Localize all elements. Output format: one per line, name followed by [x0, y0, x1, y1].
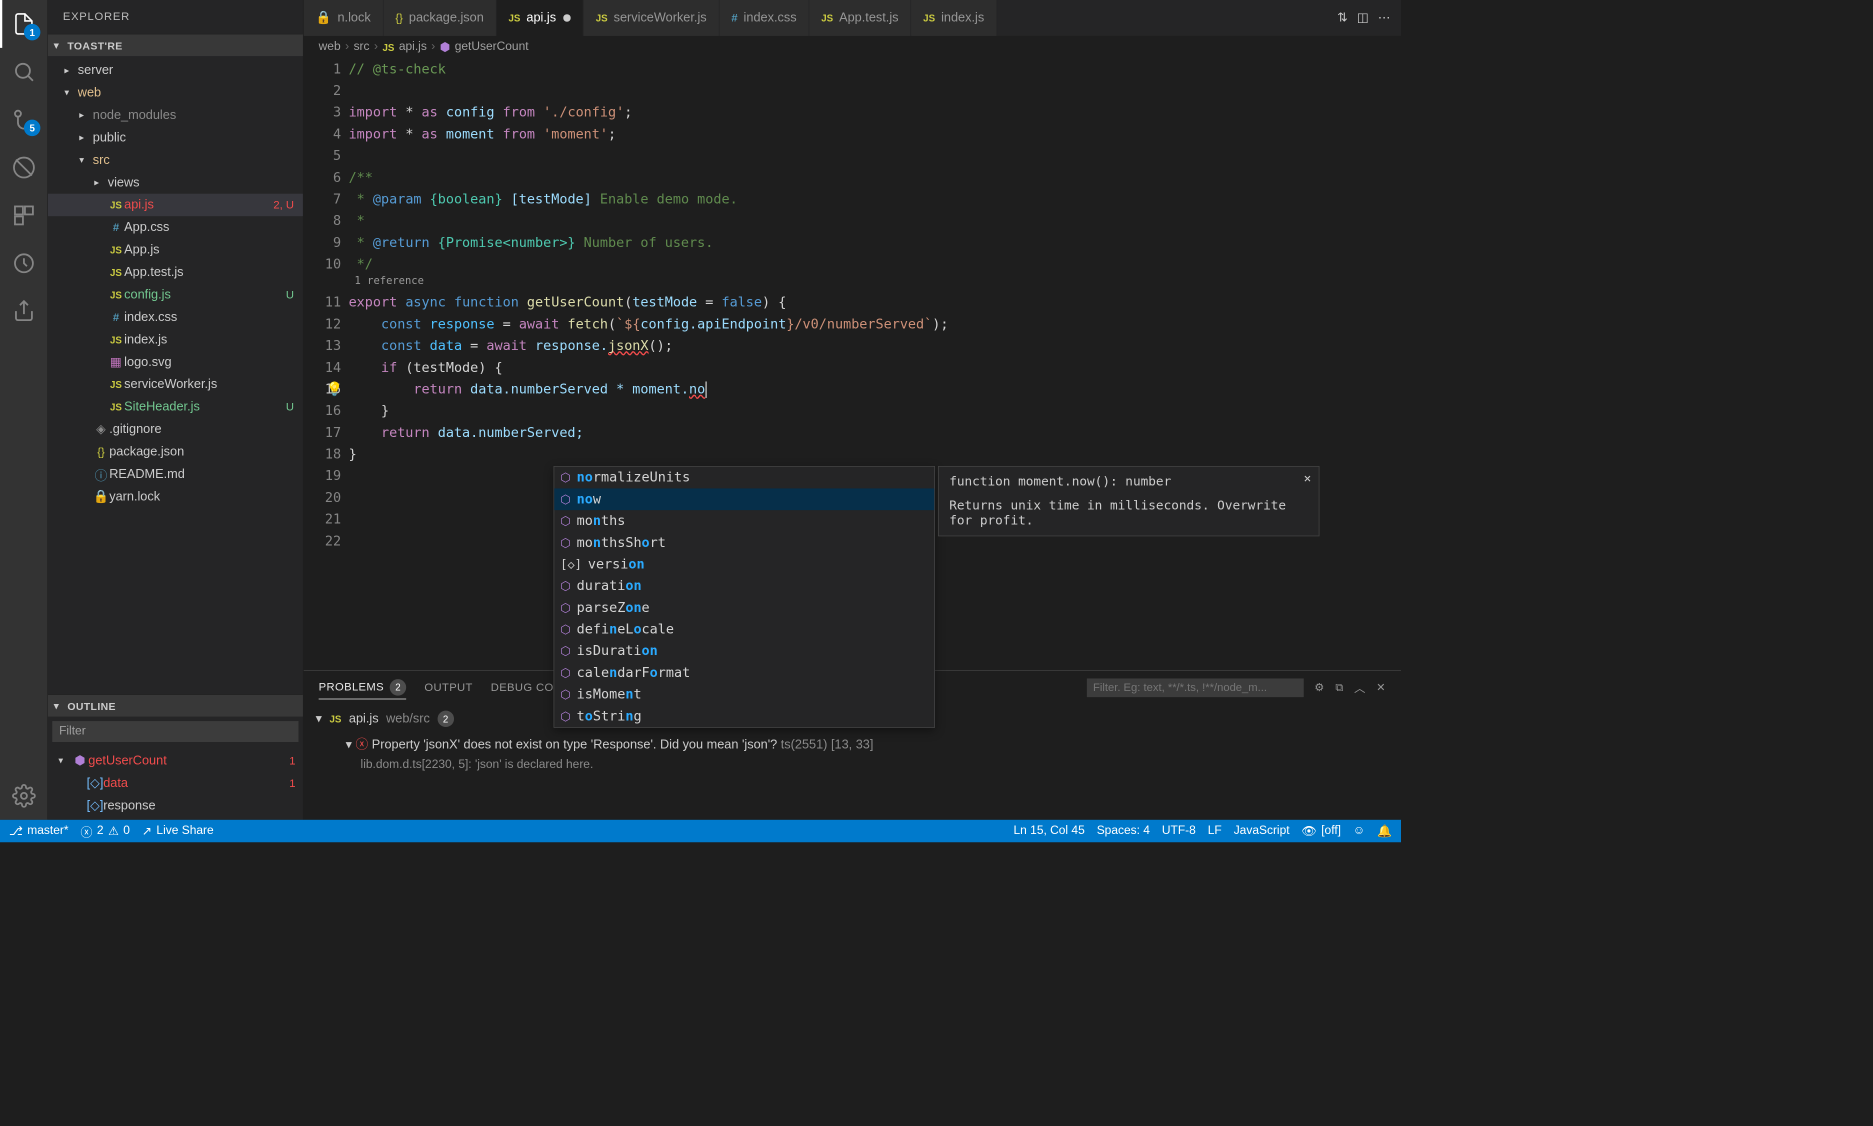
section-project[interactable]: ▾ TOAST'RE: [48, 34, 303, 56]
tree-sw[interactable]: JSserviceWorker.js: [48, 373, 303, 395]
tree-src[interactable]: src: [48, 149, 303, 171]
collapse-icon[interactable]: ⧉: [1335, 681, 1343, 694]
tab-indexcss[interactable]: #index.css: [719, 0, 809, 36]
suggest-widget[interactable]: ⬡normalizeUnits ⬡now ⬡months ⬡monthsShor…: [554, 466, 935, 728]
outline-data[interactable]: [◇]data1: [48, 772, 303, 794]
activity-search[interactable]: [0, 48, 48, 96]
tree-logo[interactable]: ▦logo.svg: [48, 351, 303, 373]
status-ts[interactable]: 👁 [off]: [1302, 824, 1341, 839]
tree-api[interactable]: JSapi.js2, U: [48, 194, 303, 216]
outline-filter[interactable]: Filter: [52, 721, 298, 742]
compare-icon[interactable]: ⇅: [1337, 10, 1348, 25]
status-eol[interactable]: LF: [1208, 824, 1222, 837]
tree-server[interactable]: server: [48, 59, 303, 81]
suggest-item[interactable]: ⬡months: [554, 510, 934, 532]
status-liveshare[interactable]: ↗ Live Share: [142, 824, 214, 839]
activity-explorer[interactable]: 1: [0, 0, 48, 48]
activity-share[interactable]: [0, 287, 48, 335]
explorer-badge: 1: [24, 24, 40, 40]
code-lens[interactable]: 1 reference: [349, 275, 1401, 291]
problem-item[interactable]: ▾ ⓧ Property 'jsonX' does not exist on t…: [316, 731, 1389, 756]
status-bar: ⎇ master* ⓧ 2 ⚠ 0 ↗ Live Share Ln 15, Co…: [0, 820, 1401, 842]
problem-subitem[interactable]: lib.dom.d.ts[2230, 5]: 'json' is declare…: [316, 755, 1389, 774]
tree-apptest[interactable]: JSApp.test.js: [48, 261, 303, 283]
status-errors[interactable]: ⓧ 2 ⚠ 0: [80, 822, 129, 840]
breadcrumb[interactable]: web› src› JSapi.js› ⬢getUserCount: [304, 36, 1401, 58]
tab-indexjs[interactable]: JSindex.js: [911, 0, 997, 36]
scm-badge: 5: [24, 120, 40, 136]
suggest-item[interactable]: ⬡toString: [554, 705, 934, 727]
status-encoding[interactable]: UTF-8: [1162, 824, 1196, 837]
suggest-item[interactable]: ⬡parseZone: [554, 597, 934, 619]
tab-apptest[interactable]: JSApp.test.js: [809, 0, 911, 36]
sidebar-title: EXPLORER: [48, 0, 303, 34]
suggest-item[interactable]: [◇]version: [554, 554, 934, 576]
tree-config[interactable]: JSconfig.jsU: [48, 283, 303, 305]
tree-gitignore[interactable]: ◈.gitignore: [48, 418, 303, 440]
activity-bar: 1 5: [0, 0, 48, 820]
split-icon[interactable]: ◫: [1357, 10, 1369, 25]
suggest-detail: × function moment.now(): number Returns …: [938, 466, 1319, 536]
panel-filter[interactable]: [1087, 678, 1304, 697]
status-branch[interactable]: ⎇ master*: [9, 824, 69, 839]
activity-history[interactable]: [0, 239, 48, 287]
suggest-item[interactable]: ⬡isDuration: [554, 640, 934, 662]
tree-indexcss[interactable]: #index.css: [48, 306, 303, 328]
status-feedback-icon[interactable]: ☺: [1353, 824, 1365, 837]
activity-extensions[interactable]: [0, 191, 48, 239]
suggest-item[interactable]: ⬡duration: [554, 575, 934, 597]
suggest-item[interactable]: ⬡normalizeUnits: [554, 467, 934, 489]
tree-node-modules[interactable]: node_modules: [48, 104, 303, 126]
suggest-item-selected[interactable]: ⬡now: [554, 488, 934, 510]
tree-appjs[interactable]: JSApp.js: [48, 239, 303, 261]
suggest-item[interactable]: ⬡isMoment: [554, 684, 934, 706]
filter-settings-icon[interactable]: ⚙: [1314, 681, 1324, 694]
tab-yarn[interactable]: 🔒n.lock: [304, 0, 384, 36]
tree-public[interactable]: public: [48, 126, 303, 148]
outline-fn[interactable]: ⬢getUserCount1: [48, 749, 303, 771]
tab-bar: 🔒n.lock {}package.json JSapi.js JSservic…: [304, 0, 1401, 36]
activity-debug[interactable]: [0, 144, 48, 192]
dirty-icon: [564, 14, 571, 21]
status-bell-icon[interactable]: 🔔: [1377, 824, 1392, 839]
suggest-item[interactable]: ⬡defineLocale: [554, 619, 934, 641]
suggest-item[interactable]: ⬡monthsShort: [554, 532, 934, 554]
section-outline[interactable]: ▾ OUTLINE: [48, 694, 303, 716]
sidebar: EXPLORER ▾ TOAST'RE server web node_modu…: [48, 0, 304, 820]
tab-package[interactable]: {}package.json: [383, 0, 496, 36]
editor-group: 🔒n.lock {}package.json JSapi.js JSservic…: [304, 0, 1401, 820]
more-icon[interactable]: ⋯: [1378, 10, 1391, 25]
panel-tab-output[interactable]: OUTPUT: [424, 678, 472, 697]
activity-settings[interactable]: [0, 772, 48, 820]
status-lang[interactable]: JavaScript: [1234, 824, 1290, 837]
tree-web[interactable]: web: [48, 82, 303, 104]
chevron-up-icon[interactable]: ︿: [1354, 680, 1366, 696]
close-icon[interactable]: ×: [1304, 471, 1312, 486]
line-gutter: 12345678910 111213141516171819202122: [304, 58, 349, 670]
tree-sh[interactable]: JSSiteHeader.jsU: [48, 396, 303, 418]
status-cursor[interactable]: Ln 15, Col 45: [1014, 824, 1085, 837]
tree-indexjs[interactable]: JSindex.js: [48, 328, 303, 350]
tree-pkg[interactable]: {}package.json: [48, 441, 303, 463]
file-tree: server web node_modules public src views…: [48, 56, 303, 694]
tab-api[interactable]: JSapi.js: [497, 0, 584, 36]
outline-response[interactable]: [◇]response: [48, 794, 303, 816]
lightbulb-icon[interactable]: 💡: [326, 378, 343, 400]
editor-body[interactable]: 12345678910 111213141516171819202122 // …: [304, 58, 1401, 670]
tree-yarn[interactable]: 🔒yarn.lock: [48, 485, 303, 507]
suggest-item[interactable]: ⬡calendarFormat: [554, 662, 934, 684]
activity-scm[interactable]: 5: [0, 96, 48, 144]
status-spaces[interactable]: Spaces: 4: [1097, 824, 1150, 837]
panel-tab-problems[interactable]: PROBLEMS2: [319, 676, 407, 699]
tree-appcss[interactable]: #App.css: [48, 216, 303, 238]
close-panel-icon[interactable]: ✕: [1376, 681, 1386, 694]
outline-tree: ⬢getUserCount1 [◇]data1 [◇]response: [48, 747, 303, 820]
tree-readme[interactable]: ⓘREADME.md: [48, 463, 303, 485]
tree-views[interactable]: views: [48, 171, 303, 193]
tab-sw[interactable]: JSserviceWorker.js: [584, 0, 720, 36]
